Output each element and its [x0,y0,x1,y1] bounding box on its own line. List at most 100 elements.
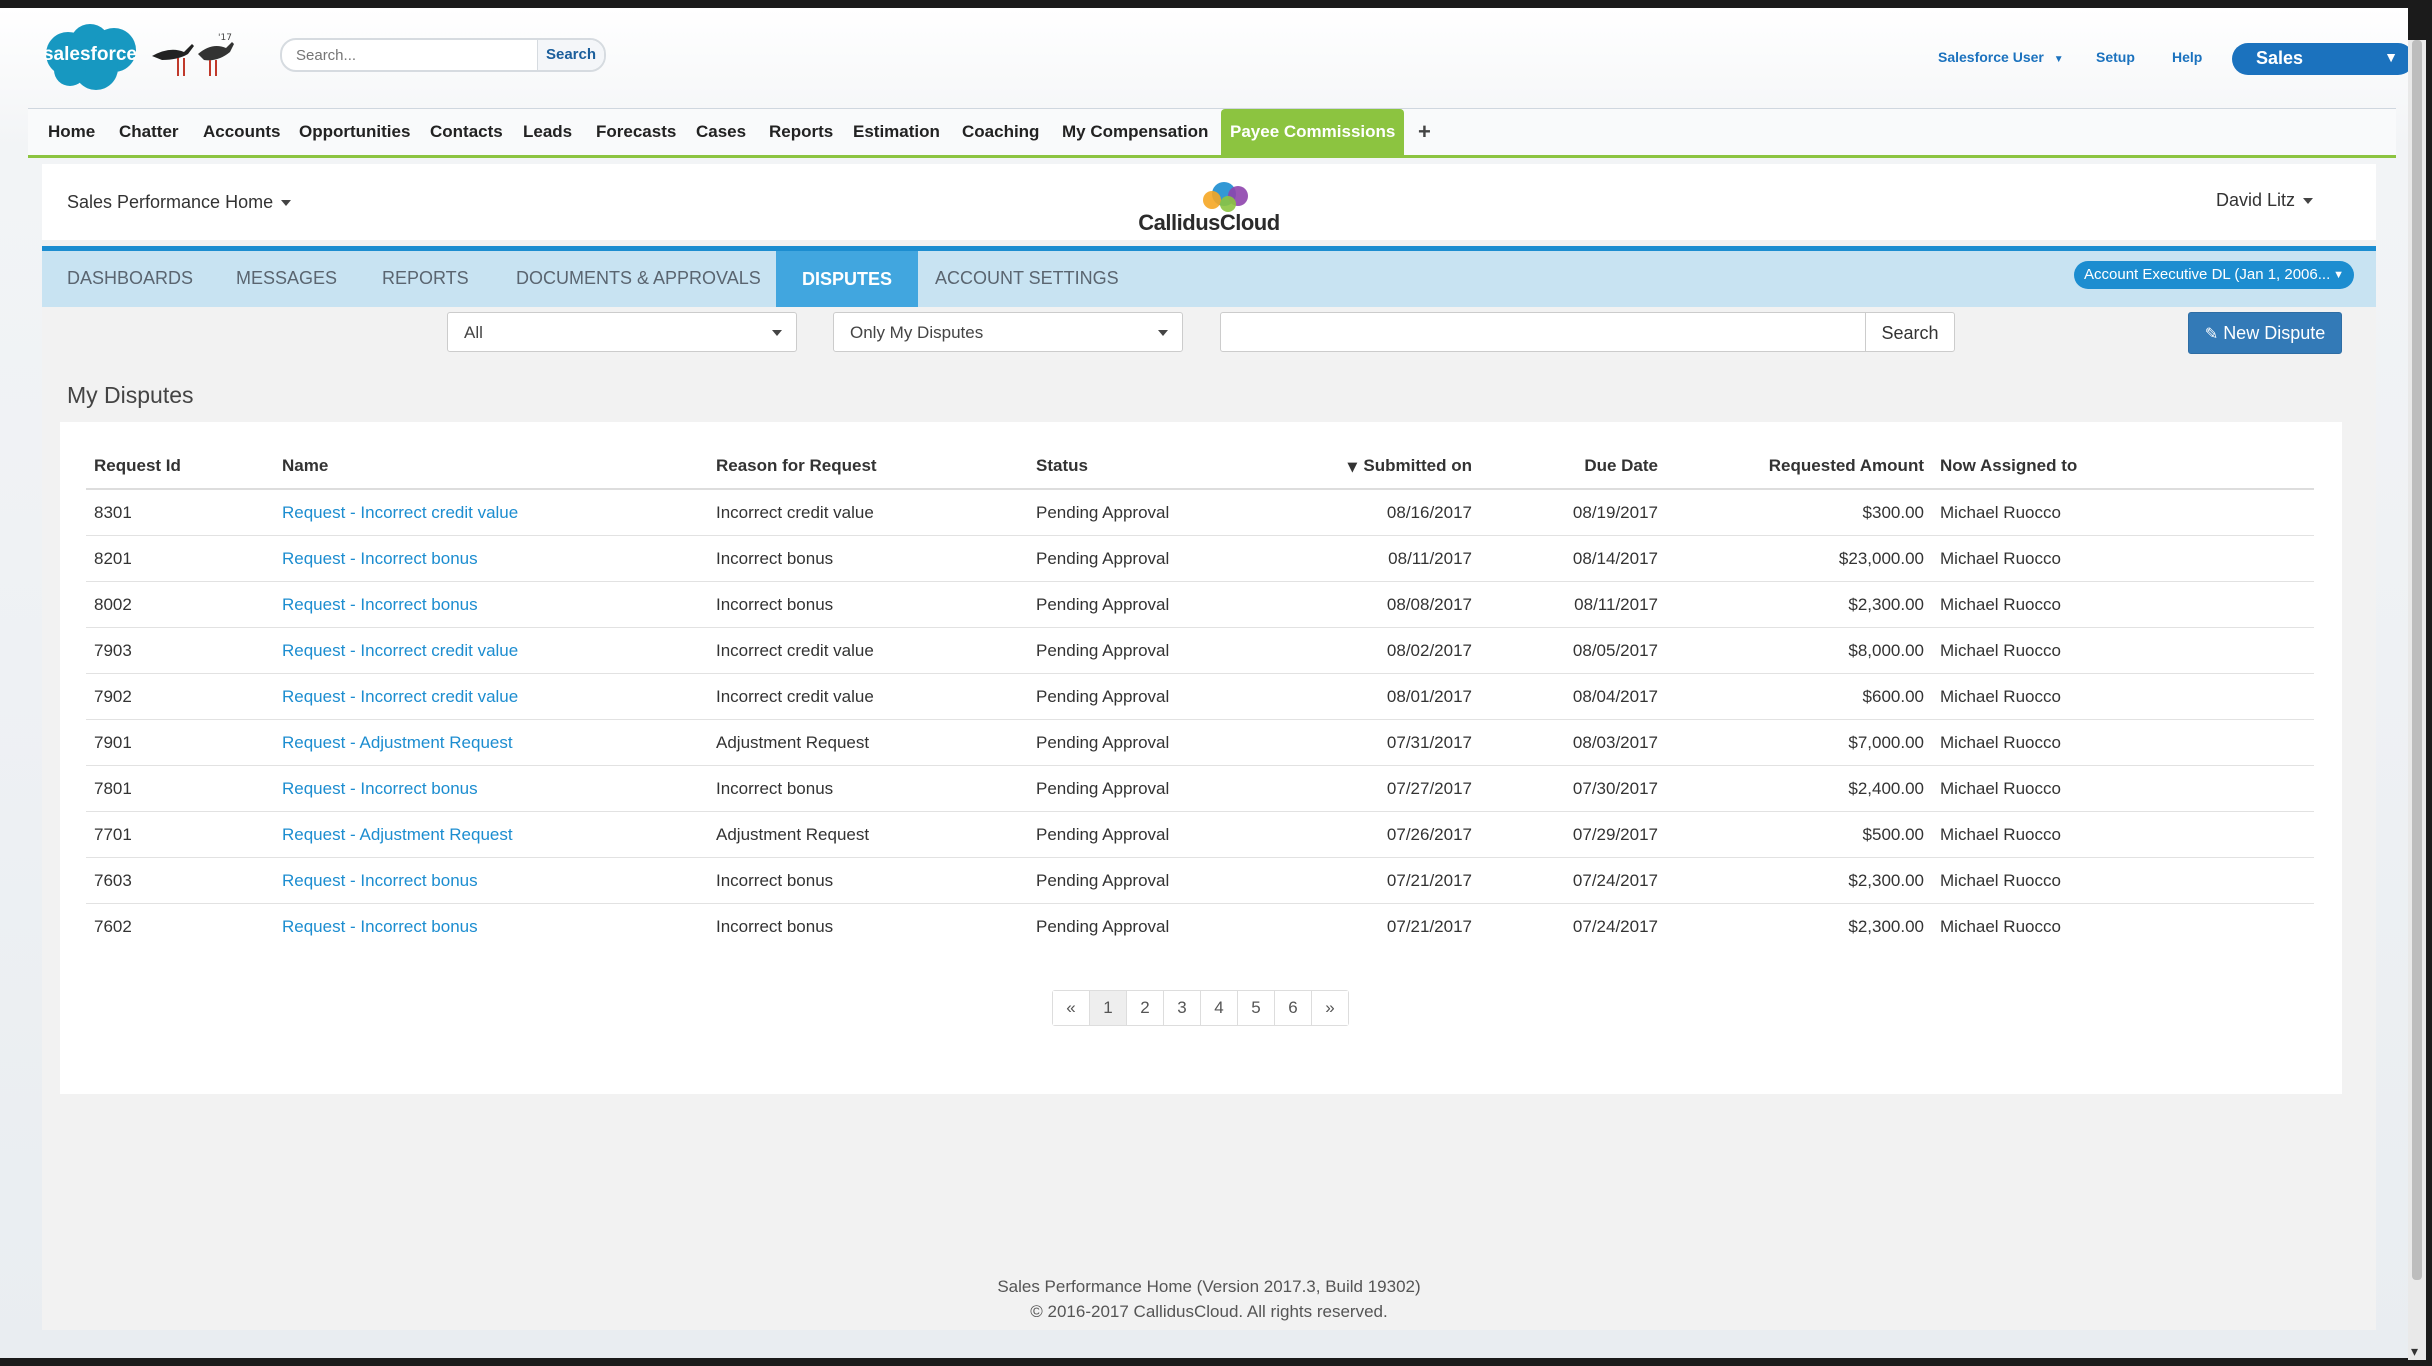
new-dispute-button[interactable]: ✎ New Dispute [2188,312,2342,354]
submitted-on: 07/26/2017 [1294,811,1480,858]
table-row: 7603 Request - Incorrect bonus Incorrect… [86,857,2314,904]
request-id: 8301 [86,488,274,536]
subnav-account-settings[interactable]: ACCOUNT SETTINGS [935,268,1119,289]
column-header-reason[interactable]: Reason for Request [708,444,1028,490]
tab-payee-commissions[interactable]: Payee Commissions [1221,109,1405,155]
user-menu[interactable]: David Litz [2216,190,2314,211]
submitted-on-label: Submitted on [1363,456,1472,475]
pagination-page-6[interactable]: 6 [1274,991,1311,1025]
tab-reports[interactable]: Reports [769,122,833,142]
dispute-search-input[interactable] [1220,312,1866,352]
column-header-due-date[interactable]: Due Date [1480,444,1666,490]
subnav-disputes[interactable]: DISPUTES [776,251,919,307]
status: Pending Approval [1028,627,1294,674]
column-header-requested-amount[interactable]: Requested Amount [1666,444,1932,490]
app-switcher-button[interactable]: Sales ▼ [2232,43,2414,75]
requested-amount: $300.00 [1666,488,1932,536]
help-link[interactable]: Help [2172,49,2202,65]
add-tab-plus-icon[interactable]: + [1418,119,1431,145]
dispute-name-link[interactable]: Request - Adjustment Request [274,811,708,858]
submitted-on: 07/21/2017 [1294,903,1480,949]
pagination-page-3[interactable]: 3 [1163,991,1200,1025]
dispute-name-link[interactable]: Request - Incorrect bonus [274,535,708,582]
assigned-to: Michael Ruocco [1932,811,2314,858]
tab-opportunities[interactable]: Opportunities [299,122,410,142]
scroll-down-icon[interactable]: ▾ [2411,1344,2418,1360]
reason: Incorrect bonus [708,765,1028,812]
column-header-submitted-on[interactable]: ▼ Submitted on [1294,444,1480,490]
subnav-dashboards[interactable]: DASHBOARDS [67,268,193,289]
tab-forecasts[interactable]: Forecasts [596,122,676,142]
reason: Incorrect credit value [708,673,1028,720]
due-date: 08/11/2017 [1480,581,1666,628]
requested-amount: $500.00 [1666,811,1932,858]
request-id: 7603 [86,857,274,904]
pagination-page-1[interactable]: 1 [1089,991,1126,1025]
due-date: 08/04/2017 [1480,673,1666,720]
assigned-to: Michael Ruocco [1932,673,2314,720]
dispute-name-link[interactable]: Request - Incorrect bonus [274,581,708,628]
requested-amount: $2,300.00 [1666,581,1932,628]
assigned-to: Michael Ruocco [1932,535,2314,582]
subnav-messages[interactable]: MESSAGES [236,268,337,289]
requested-amount: $2,300.00 [1666,903,1932,949]
ownership-select[interactable]: Only My Disputes [833,312,1183,352]
pagination-page-2[interactable]: 2 [1126,991,1163,1025]
caret-down-icon [1158,330,1168,336]
pagination-next[interactable]: » [1311,991,1348,1025]
column-header-request-id[interactable]: Request Id [86,444,274,490]
tab-chatter[interactable]: Chatter [119,122,179,142]
scope-select-value: All [464,323,483,342]
dispute-name-link[interactable]: Request - Incorrect bonus [274,765,708,812]
pagination-prev[interactable]: « [1053,991,1089,1025]
column-header-assigned-to[interactable]: Now Assigned to [1932,444,2314,490]
dispute-search-button[interactable]: Search [1865,312,1955,352]
tab-contacts[interactable]: Contacts [430,122,503,142]
tab-accounts[interactable]: Accounts [203,122,280,142]
sort-descending-icon: ▼ [1347,460,1358,475]
scope-select[interactable]: All [447,312,797,352]
tab-leads[interactable]: Leads [523,122,572,142]
salesforce-user-menu[interactable]: Salesforce User ▼ [1938,49,2064,65]
column-header-status[interactable]: Status [1028,444,1294,490]
requested-amount: $7,000.00 [1666,719,1932,766]
tab-cases[interactable]: Cases [696,122,746,142]
column-header-name[interactable]: Name [274,444,708,490]
setup-link[interactable]: Setup [2096,49,2135,65]
subnav-documents-approvals[interactable]: DOCUMENTS & APPROVALS [516,268,761,289]
dispute-name-link[interactable]: Request - Incorrect bonus [274,857,708,904]
tab-my-compensation[interactable]: My Compensation [1062,122,1208,142]
salesforce-logo[interactable]: salesforce [38,20,142,92]
request-id: 7801 [86,765,274,812]
callidus-cloud-icon [1203,182,1248,212]
tab-home[interactable]: Home [48,122,95,142]
home-menu[interactable]: Sales Performance Home [67,192,292,213]
status: Pending Approval [1028,535,1294,582]
global-search-input[interactable] [294,44,538,66]
tab-coaching[interactable]: Coaching [962,122,1039,142]
home-menu-label: Sales Performance Home [67,192,274,212]
assigned-to: Michael Ruocco [1932,765,2314,812]
global-search-button[interactable]: Search [537,40,604,70]
requested-amount: $2,300.00 [1666,857,1932,904]
status: Pending Approval [1028,673,1294,720]
callidus-top-bar: Sales Performance Home CallidusCloud Dav… [42,164,2376,240]
request-id: 8201 [86,535,274,582]
dispute-name-link[interactable]: Request - Incorrect credit value [274,627,708,674]
subnav-reports[interactable]: REPORTS [382,268,469,289]
due-date: 07/29/2017 [1480,811,1666,858]
global-search: Search [280,38,606,72]
page-scrollbar[interactable]: ▾ [2408,40,2426,1360]
status: Pending Approval [1028,857,1294,904]
tab-estimation[interactable]: Estimation [853,122,940,142]
dispute-name-link[interactable]: Request - Incorrect credit value [274,673,708,720]
dispute-name-link[interactable]: Request - Adjustment Request [274,719,708,766]
account-position-select[interactable]: Account Executive DL (Jan 1, 2006... ▼ [2074,261,2354,289]
dispute-name-link[interactable]: Request - Incorrect credit value [274,488,708,536]
request-id: 7902 [86,673,274,720]
request-id: 7602 [86,903,274,949]
pagination-page-5[interactable]: 5 [1237,991,1274,1025]
pagination-page-4[interactable]: 4 [1200,991,1237,1025]
dispute-name-link[interactable]: Request - Incorrect bonus [274,903,708,949]
scrollbar-thumb[interactable] [2412,40,2422,1280]
